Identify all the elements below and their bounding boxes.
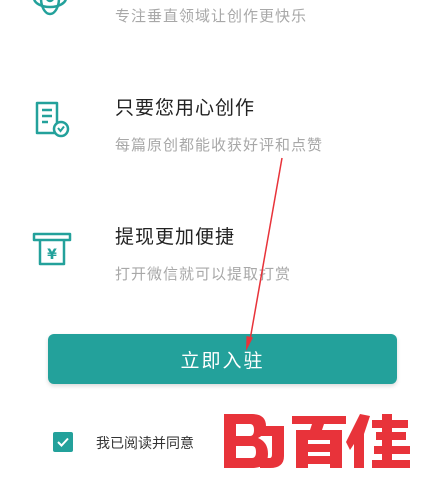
- feature-2-title: 只要您用心创作: [115, 97, 256, 119]
- checkmark-icon: [57, 437, 69, 447]
- feature-3-description: 打开微信就可以提取打赏: [115, 265, 292, 283]
- feature-2-description: 每篇原创都能收获好评和点赞: [115, 136, 324, 154]
- svg-text:¥: ¥: [47, 247, 57, 263]
- agreement-checkbox[interactable]: [53, 432, 73, 452]
- join-now-button[interactable]: 立即入驻: [48, 334, 397, 384]
- feature-1-description: 专注垂直领域让创作更快乐: [115, 7, 308, 25]
- document-check-icon: [35, 101, 70, 138]
- agreement-label[interactable]: 我已阅读并同意: [96, 433, 194, 453]
- feature-3-title: 提现更加便捷: [115, 226, 236, 248]
- watermark-logo: [224, 414, 410, 468]
- brain-icon: [33, 0, 67, 16]
- withdraw-yen-icon: ¥: [32, 232, 72, 266]
